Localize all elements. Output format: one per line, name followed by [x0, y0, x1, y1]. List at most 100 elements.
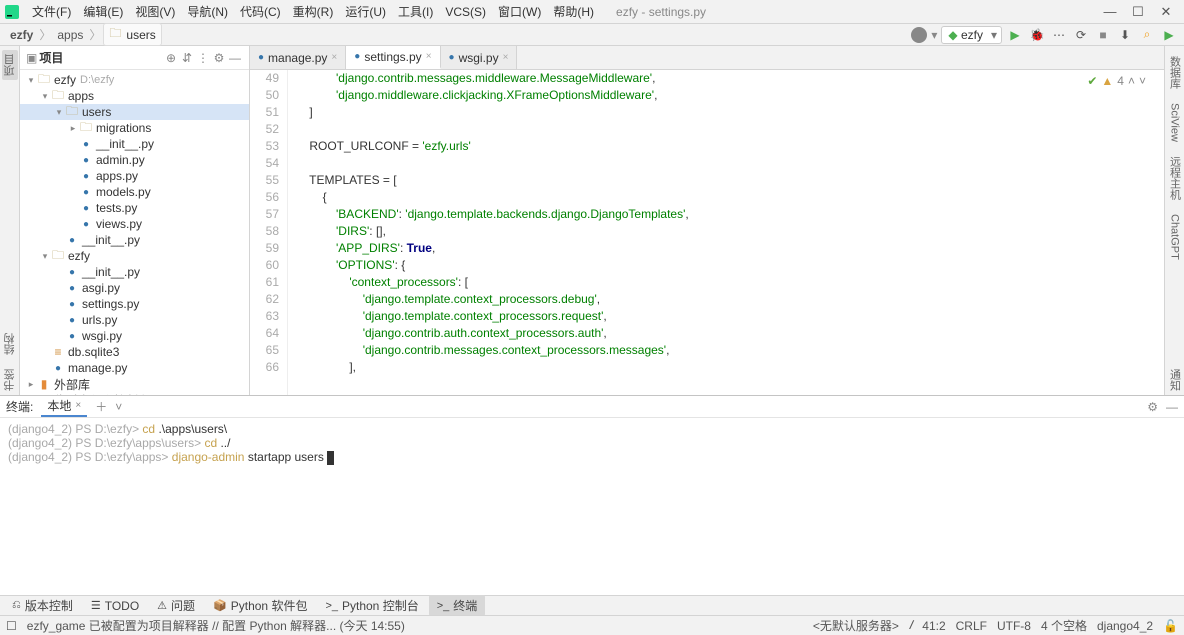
project-tool-tab[interactable]: 项目 [2, 50, 18, 80]
status-line-sep[interactable]: CRLF [956, 619, 987, 633]
tree-arrow-icon[interactable]: ▸ [68, 123, 78, 134]
terminal-hide-icon[interactable]: — [1166, 400, 1178, 414]
menu-item[interactable]: 代码(C) [234, 5, 287, 19]
notifications-tool-tab[interactable]: 通知 [1167, 365, 1183, 395]
status-read-only-icon[interactable]: 𝐼 [909, 618, 912, 633]
debug-button[interactable]: 🐞 [1028, 28, 1046, 42]
tree-row[interactable]: ▾ 🗀ezfy [20, 248, 249, 264]
remote-host-tool-tab[interactable]: 远程主机 [1167, 152, 1183, 204]
code-with-me-button[interactable]: ▶ [1160, 28, 1178, 42]
menubar: 文件(F)编辑(E)视图(V)导航(N)代码(C)重构(R)运行(U)工具(I)… [0, 0, 1184, 24]
run-config-select[interactable]: ◆ ezfy [941, 26, 1002, 44]
status-caret-pos[interactable]: 41:2 [922, 619, 945, 633]
tree-row[interactable]: ●apps.py [20, 168, 249, 184]
database-tool-tab[interactable]: 数据库 [1167, 52, 1183, 93]
editor-tab[interactable]: ● wsgi.py × [441, 46, 518, 69]
bottom-tab[interactable]: ☰TODO [83, 597, 147, 615]
search-everywhere-button[interactable]: ⌕ [1138, 27, 1156, 42]
inspection-badge[interactable]: ✔ ▲ 4 ˄ ˅ [1087, 74, 1146, 88]
tree-row[interactable]: ●wsgi.py [20, 328, 249, 344]
close-icon[interactable]: × [426, 51, 432, 62]
code-content[interactable]: 'django.contrib.messages.middleware.Mess… [288, 70, 1164, 395]
bottom-tab[interactable]: >_Python 控制台 [317, 595, 426, 616]
status-server[interactable]: <无默认服务器> [813, 617, 899, 634]
menu-item[interactable]: 视图(V) [129, 5, 181, 19]
stop-button[interactable]: ■ [1094, 28, 1112, 42]
menu-item[interactable]: 帮助(H) [547, 5, 600, 19]
more-run-button[interactable]: ⋯ [1050, 28, 1068, 42]
terminal-settings-icon[interactable]: ⚙ [1147, 400, 1158, 414]
tree-arrow-icon[interactable]: ▾ [40, 251, 50, 262]
tree-row[interactable]: ▾ 🗀apps [20, 88, 249, 104]
tree-arrow-icon[interactable]: ▾ [40, 91, 50, 102]
close-icon[interactable]: × [331, 52, 337, 63]
menu-item[interactable]: 导航(N) [181, 5, 234, 19]
tree-row[interactable]: ●settings.py [20, 296, 249, 312]
breadcrumb-root[interactable]: ezfy [6, 28, 37, 42]
bookmark-tool-tab[interactable]: 书签 [2, 365, 18, 395]
menu-item[interactable]: VCS(S) [439, 5, 492, 19]
status-indent[interactable]: 4 个空格 [1041, 617, 1087, 634]
tree-row[interactable]: ●tests.py [20, 200, 249, 216]
code-editor[interactable]: 495051525354555657585960616263646566 'dj… [250, 70, 1164, 395]
chatgpt-tool-tab[interactable]: ChatGPT [1169, 210, 1181, 264]
menu-item[interactable]: 工具(I) [392, 5, 439, 19]
bottom-tab[interactable]: ⚠问题 [149, 595, 203, 616]
breadcrumb-part-1[interactable]: 🗀users [103, 23, 161, 46]
status-interpreter[interactable]: django4_2 [1097, 619, 1153, 633]
tree-row[interactable]: ●views.py [20, 216, 249, 232]
new-terminal-button[interactable]: ＋ [95, 398, 107, 415]
bottom-tab[interactable]: 📦Python 软件包 [205, 595, 315, 616]
tree-row[interactable]: ≡db.sqlite3 [20, 344, 249, 360]
menu-item[interactable]: 编辑(E) [77, 5, 129, 19]
project-tree[interactable]: ▾ 🗀ezfy D:\ezfy ▾ 🗀apps ▾ 🗀users ▸ 🗀migr… [20, 70, 249, 395]
menu-item[interactable]: 重构(R) [287, 5, 340, 19]
maximize-button[interactable]: ☐ [1124, 4, 1152, 20]
chevron-up-icon[interactable]: ˄ [1128, 74, 1135, 88]
bottom-tab[interactable]: >_终端 [429, 595, 486, 616]
menu-item[interactable]: 窗口(W) [492, 5, 547, 19]
structure-tool-tab[interactable]: 结构 [2, 329, 18, 359]
close-button[interactable]: ✕ [1152, 4, 1180, 20]
tree-row[interactable]: ▸ ▮外部库 [20, 376, 249, 392]
settings-icon[interactable]: ⚙ [211, 51, 227, 65]
terminal-tab-local[interactable]: 本地 × [41, 396, 87, 417]
git-update-button[interactable]: ⬇ [1116, 28, 1134, 42]
breadcrumb-part-0[interactable]: apps [53, 28, 87, 42]
run-button[interactable]: ▶ [1006, 28, 1024, 42]
terminal-dropdown-icon[interactable]: ˅ [115, 400, 122, 414]
tree-row[interactable]: ●asgi.py [20, 280, 249, 296]
chevron-down-icon[interactable]: ˅ [1139, 74, 1146, 88]
tree-row[interactable]: ▾ 🗀users [20, 104, 249, 120]
tree-arrow-icon[interactable]: ▸ [26, 379, 36, 390]
guest-icon[interactable] [911, 27, 927, 43]
menu-item[interactable]: 文件(F) [26, 5, 77, 19]
tree-row[interactable]: ●__init__.py [20, 136, 249, 152]
hide-icon[interactable]: — [227, 51, 243, 65]
tree-row[interactable]: ●manage.py [20, 360, 249, 376]
bottom-tab[interactable]: ⎌版本控制 [4, 595, 81, 616]
menu-item[interactable]: 运行(U) [339, 5, 392, 19]
close-icon[interactable]: × [503, 52, 509, 63]
editor-tab[interactable]: ● settings.py × [346, 46, 440, 69]
tab-label: settings.py [364, 50, 421, 64]
tool-window-toggle-icon[interactable]: ☐ [6, 619, 17, 633]
tree-row[interactable]: ●urls.py [20, 312, 249, 328]
tree-arrow-icon[interactable]: ▾ [26, 75, 36, 86]
tree-row[interactable]: ●models.py [20, 184, 249, 200]
tree-row[interactable]: ●admin.py [20, 152, 249, 168]
tree-row[interactable]: ▸ 🗀migrations [20, 120, 249, 136]
close-icon[interactable]: × [75, 400, 81, 411]
select-opened-file-icon[interactable]: ⊕ [163, 51, 179, 65]
minimize-button[interactable]: — [1096, 4, 1124, 19]
editor-tab[interactable]: ● manage.py × [250, 46, 346, 69]
expand-all-icon[interactable]: ⇵ [179, 51, 195, 65]
lock-icon[interactable]: 🔓 [1163, 619, 1178, 633]
collapse-all-icon[interactable]: ⋮ [195, 51, 211, 65]
sciview-tool-tab[interactable]: SciView [1169, 99, 1181, 146]
tree-arrow-icon[interactable]: ▾ [54, 107, 64, 118]
status-message[interactable]: ezfy_game 已被配置为项目解释器 // 配置 Python 解释器...… [27, 617, 405, 634]
terminal-body[interactable]: (django4_2) PS D:\ezfy> cd .\apps\users\… [0, 418, 1184, 595]
coverage-button[interactable]: ⟳ [1072, 28, 1090, 42]
status-encoding[interactable]: UTF-8 [997, 619, 1031, 633]
